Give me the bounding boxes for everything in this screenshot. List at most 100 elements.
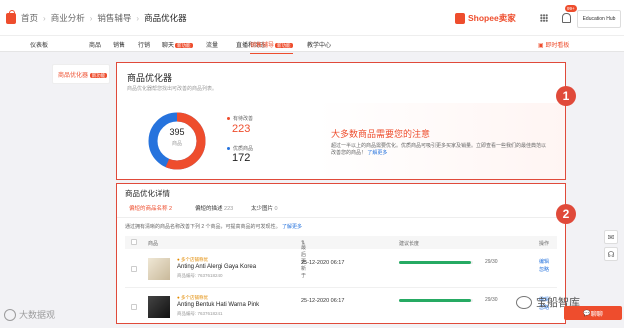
total-count: 395 <box>169 127 185 137</box>
main-nav: 仪表板 商品 销售 行销 聊天 新功能 流量 直播和动态 销售辅导 新功能 教学中心… <box>0 36 624 54</box>
tab-sales-coaching[interactable]: 销售辅导 新功能 <box>250 40 293 54</box>
ignore-link[interactable]: 忽略 <box>539 266 549 273</box>
watermark-left: 大数据观 <box>4 308 55 321</box>
tab-label: 教学中心 <box>307 43 332 49</box>
tab-marketing[interactable]: 行销 <box>138 40 150 49</box>
summary-title: 商品优化器 <box>127 73 173 83</box>
optimizer-summary-card: 商品优化器 商品优化器帮您找出可改善的商品列表。 395 商品 有待改善 223… <box>116 62 566 180</box>
subtab-label: 偏短的商品名称 <box>129 206 168 212</box>
headset-icon[interactable]: ☊ <box>604 247 618 261</box>
product-updated: 25-12-2020 06:17 <box>301 298 345 304</box>
breadcrumb-business-analysis[interactable]: 商业分析 <box>51 12 85 24</box>
product-thumbnail[interactable] <box>148 296 170 318</box>
select-all-checkbox[interactable] <box>131 239 137 245</box>
tab-products[interactable]: 商品 <box>89 40 101 49</box>
subtab-label: 偏短的描述 <box>195 206 223 212</box>
length-score: 29/30 <box>485 297 498 303</box>
top-bar: 首页 › 商业分析 › 销售辅导 › 商品优化器 Shopee卖家 99+ Ed… <box>0 0 624 36</box>
length-progress-fill <box>399 261 471 264</box>
subtab-count: 2 <box>169 206 173 212</box>
shopee-logo-icon <box>455 12 465 24</box>
table-header: 商品 最后更新于 ⇅ 建议长度 操作 <box>125 236 557 279</box>
education-hub-button[interactable]: Education Hub <box>577 10 621 28</box>
attention-description: 超过一半以上的商品需要优化。优质商品可吸引更多买家及销量。立即查看一些我们的最佳… <box>331 143 547 157</box>
tab-chat[interactable]: 聊天 新功能 <box>162 40 193 49</box>
summary-subtitle: 商品优化器帮您找出可改善的商品列表。 <box>127 86 218 92</box>
breadcrumb-home[interactable]: 首页 <box>21 12 38 24</box>
product-updated: 25-12-2020 06:17 <box>301 260 345 266</box>
product-name[interactable]: Anting Bentuk Hati Warna Pink <box>177 302 259 308</box>
tab-label: 行销 <box>138 43 151 49</box>
annotation-marker-1: 1 <box>556 86 576 106</box>
mail-icon[interactable]: ✉ <box>604 230 618 244</box>
notification-badge: 99+ <box>565 5 577 12</box>
sidebar-item-label: 商品优化器 <box>58 73 89 79</box>
optimizer-detail-card: 商品优化详情 偏短的商品名称 2 偏短的描述 223 太少图片 0 通过拥有清晰… <box>116 183 566 324</box>
product-tag-text: 多个店铺称优 <box>180 295 208 300</box>
notification-bell-icon[interactable] <box>562 13 571 23</box>
subtab-count: 223 <box>224 206 234 212</box>
chat-label: 聊聊 <box>590 311 603 318</box>
product-thumbnail[interactable] <box>148 258 170 280</box>
tab-traffic[interactable]: 流量 <box>206 40 218 49</box>
breadcrumb-current: 商品优化器 <box>144 13 187 23</box>
length-progress-bar <box>399 261 473 264</box>
apps-grid-icon[interactable] <box>540 14 548 22</box>
attention-title: 大多数商品需要您的注意 <box>331 129 431 139</box>
detail-title: 商品优化详情 <box>125 189 170 198</box>
column-updated[interactable]: 最后更新于 ⇅ <box>301 240 306 279</box>
chevron-right-icon: › <box>43 13 46 23</box>
total-label: 商品 <box>171 141 182 147</box>
tab-label: 聊天 <box>162 43 175 49</box>
tab-label: 仪表板 <box>30 43 49 49</box>
tab-label: 销售 <box>113 43 126 49</box>
improve-count: 223 <box>232 123 251 135</box>
live-dashboard-link[interactable]: ▣ 即时看板 <box>538 40 569 49</box>
legend-good: 优质商品 <box>227 145 253 152</box>
legend-dot <box>227 147 230 150</box>
table-row: ● 多个店铺称优 Anting Anti Alergi Gaya Korea 商… <box>125 252 557 288</box>
attention-panel: 大多数商品需要您的注意 超过一半以上的商品需要优化。优质商品可吸引更多买家及销量… <box>317 103 565 179</box>
learn-more-link[interactable]: 了解更多 <box>282 224 302 230</box>
length-score: 29/30 <box>485 259 498 265</box>
table-row: ● 多个店铺称优 Anting Bentuk Hati Warna Pink 商… <box>125 290 557 323</box>
tab-sales[interactable]: 销售 <box>113 40 125 49</box>
column-suggested-length: 建议长度 <box>399 241 420 247</box>
subtab-divider <box>117 217 565 218</box>
watermark-logo-icon <box>4 308 16 321</box>
product-id: 商品编号: 7637618241 <box>177 311 223 316</box>
tab-label: 流量 <box>206 43 219 49</box>
sidebar-item-product-optimizer[interactable]: 商品优化器 新功能 <box>52 64 110 84</box>
good-count: 172 <box>232 152 251 164</box>
subtab-few-images[interactable]: 太少图片 0 <box>251 204 278 212</box>
legend-improve: 有待改善 <box>227 115 253 122</box>
new-badge: 新功能 <box>89 73 108 78</box>
edit-link[interactable]: 编辑 <box>539 258 549 265</box>
tab-label: 商品 <box>89 43 102 49</box>
annotation-marker-2: 2 <box>556 204 576 224</box>
wechat-icon <box>516 295 532 309</box>
row-checkbox[interactable] <box>131 266 137 272</box>
breadcrumb-sales-coaching[interactable]: 销售辅导 <box>97 12 131 24</box>
length-progress-fill <box>399 299 471 302</box>
detail-description: 通过拥有清晰的商品名称改善下列 2 个商品，可提高商品的可发现性。 了解更多 <box>125 223 302 230</box>
chat-button[interactable]: 💬 聊聊 <box>564 306 622 320</box>
chevron-right-icon: › <box>89 13 93 23</box>
tab-learning-center[interactable]: 教学中心 <box>307 40 331 49</box>
subtab-label: 太少图片 <box>251 206 274 212</box>
detail-description-text: 通过拥有清晰的商品名称改善下列 2 个商品，可提高商品的可发现性。 <box>125 224 281 230</box>
learn-more-link[interactable]: 了解更多 <box>367 150 387 156</box>
product-name[interactable]: Anting Anti Alergi Gaya Korea <box>177 264 256 270</box>
tab-label: 销售辅导 <box>250 43 275 49</box>
product-tag-text: 多个店铺称优 <box>180 257 208 262</box>
row-checkbox[interactable] <box>131 304 137 310</box>
subtab-short-name[interactable]: 偏短的商品名称 2 <box>129 204 173 218</box>
column-action: 操作 <box>539 241 550 247</box>
seller-brand[interactable]: Shopee卖家 <box>455 12 516 24</box>
watermark-left-text: 大数据观 <box>19 310 56 320</box>
tab-dashboard[interactable]: 仪表板 <box>30 40 48 49</box>
subtab-short-description[interactable]: 偏短的描述 223 <box>195 204 233 212</box>
new-badge: 新功能 <box>275 43 293 48</box>
product-tag: ● 多个店铺称优 <box>177 295 208 300</box>
legend-label: 优质商品 <box>233 146 254 152</box>
